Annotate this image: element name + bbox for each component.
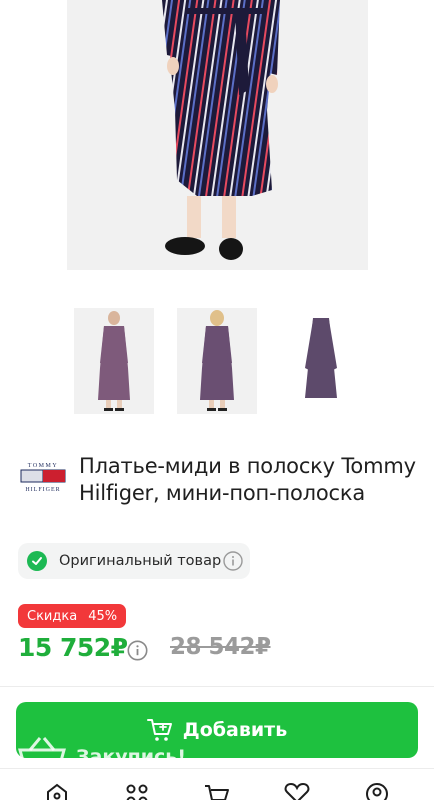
cart-icon[interactable] <box>204 783 230 800</box>
home-icon[interactable] <box>44 783 70 800</box>
product-title: Платье-миди в полоску Tommy Hilfiger, ми… <box>79 454 416 505</box>
brand-logo[interactable]: TOMMY HILFIGER <box>19 460 67 494</box>
product-main-image[interactable] <box>67 0 368 270</box>
discount-badge: Скидка 45% <box>18 604 127 628</box>
model-front-image <box>98 311 130 411</box>
thumbnail-back[interactable] <box>177 308 257 414</box>
tommy-hilfiger-logo: TOMMY HILFIGER <box>20 463 66 493</box>
bottom-navigation <box>0 768 434 800</box>
catalog-icon[interactable] <box>124 783 150 800</box>
promo-label: Закупись! <box>76 746 186 768</box>
profile-icon[interactable] <box>364 783 390 800</box>
original-label: Оригинальный товар <box>59 553 222 569</box>
discount-value: 45% <box>88 608 118 624</box>
favorites-icon[interactable] <box>284 782 310 800</box>
svg-text:HILFIGER: HILFIGER <box>25 487 60 493</box>
svg-text:TOMMY: TOMMY <box>28 463 58 469</box>
divider <box>0 686 434 687</box>
dress-photo <box>162 0 280 260</box>
discount-label: Скидка <box>27 608 78 624</box>
old-price: 28 542₽ <box>170 634 271 660</box>
dress-flat-image <box>305 318 337 398</box>
original-product-badge[interactable]: Оригинальный товар <box>18 543 250 579</box>
check-icon <box>27 551 47 571</box>
thumbnail-gallery <box>0 308 434 416</box>
thumbnail-flat[interactable] <box>281 308 361 414</box>
current-price: 15 752₽ <box>18 633 128 662</box>
price-info-icon[interactable] <box>127 640 148 661</box>
model-back-image <box>200 310 234 411</box>
thumbnail-front[interactable] <box>74 308 154 414</box>
info-icon[interactable] <box>223 551 243 571</box>
